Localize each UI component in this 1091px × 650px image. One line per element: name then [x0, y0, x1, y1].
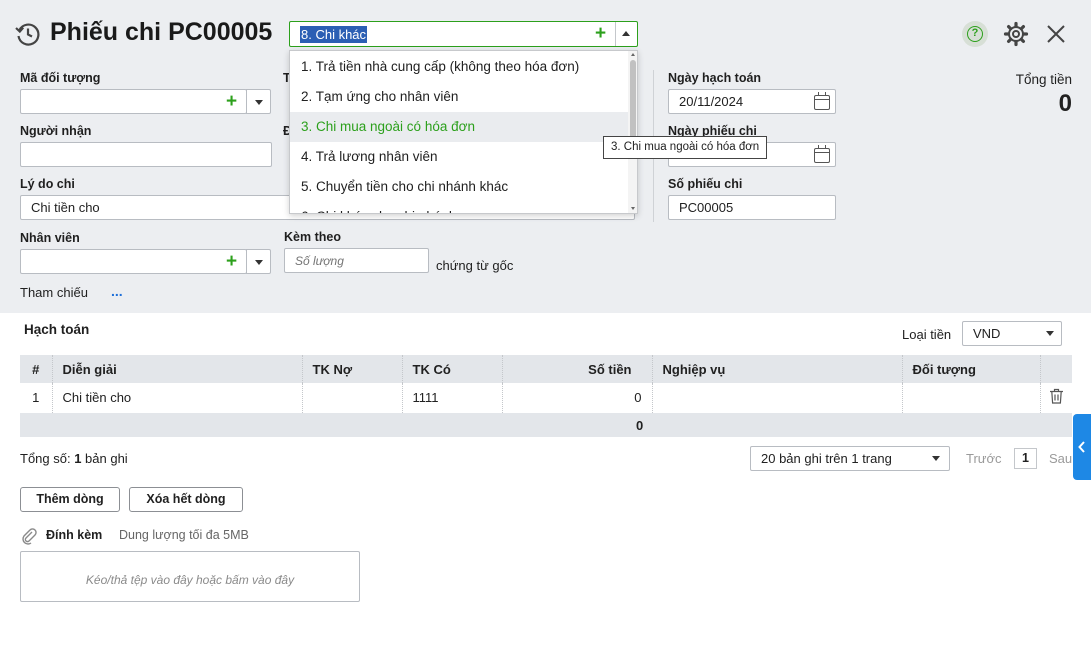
table-header-row: # Diễn giải TK Nợ TK Có Số tiền Nghiệp v…	[20, 355, 1072, 383]
chevron-down-icon	[255, 100, 263, 105]
add-doi-tuong-icon[interactable]: +	[226, 92, 237, 111]
col-header-tk-co: TK Có	[402, 355, 503, 383]
currency-label: Loại tiền	[902, 327, 952, 342]
attachment-hint: Dung lượng tối đa 5MB	[119, 528, 249, 542]
cell-so-tien[interactable]: 0	[502, 383, 653, 414]
chevron-down-icon[interactable]	[1046, 331, 1054, 336]
prev-page-button[interactable]: Trước	[966, 451, 1002, 466]
cell-tk-co[interactable]: 1111	[402, 383, 503, 414]
trash-icon[interactable]	[1049, 388, 1064, 404]
add-nhan-vien-icon[interactable]: +	[226, 252, 237, 271]
chevron-up-icon[interactable]	[622, 31, 630, 36]
so-phieu-chi-label: Số phiếu chi	[668, 177, 743, 191]
hach-toan-title: Hạch toán	[24, 322, 90, 337]
paperclip-icon	[22, 528, 37, 545]
col-header-index: #	[20, 355, 53, 383]
record-count-suffix: bản ghi	[81, 451, 128, 466]
dropzone-text: Kéo/thả tệp vào đây hoặc bấm vào đây	[85, 573, 295, 587]
help-icon: ?	[967, 26, 983, 42]
tham-chieu-more-link[interactable]: ...	[111, 283, 123, 299]
history-icon[interactable]	[15, 21, 41, 47]
category-input-value[interactable]: 8. Chi khác	[300, 26, 368, 43]
gear-icon[interactable]	[1003, 21, 1029, 47]
chevron-left-icon	[1078, 441, 1085, 453]
nhan-vien-label: Nhân viên	[20, 231, 80, 245]
scroll-up-icon[interactable]	[631, 53, 635, 56]
add-row-button[interactable]: Thêm dòng	[20, 487, 120, 512]
dropdown-option[interactable]: 4. Trả lương nhân viên	[290, 142, 628, 172]
cell-actions	[1040, 383, 1072, 414]
dropdown-option[interactable]: 2. Tạm ứng cho nhân viên	[290, 82, 628, 112]
record-count-prefix: Tổng số:	[20, 451, 75, 466]
cell-dien-giai[interactable]: Chi tiền cho	[52, 383, 303, 414]
tong-tien-value: 0	[1058, 90, 1072, 117]
calendar-icon[interactable]	[814, 92, 830, 110]
side-panel-toggle[interactable]	[1073, 414, 1091, 480]
cell-nghiep-vu[interactable]	[652, 383, 903, 414]
nhan-vien-dropdown[interactable]	[246, 249, 271, 274]
page-size-select[interactable]: 20 bản ghi trên 1 trang	[750, 446, 950, 471]
col-header-nghiep-vu: Nghiệp vụ	[652, 355, 903, 383]
ma-doi-tuong-label: Mã đối tượng	[20, 71, 101, 85]
tong-tien-label: Tổng tiền	[1015, 72, 1072, 87]
dropdown-option[interactable]: 5. Chuyển tiền cho chi nhánh khác	[290, 172, 628, 202]
table-total-value: 0	[636, 418, 644, 433]
ma-doi-tuong-input[interactable]	[20, 89, 247, 114]
col-header-doi-tuong: Đối tượng	[902, 355, 1041, 383]
kem-theo-label: Kèm theo	[284, 230, 341, 244]
attachment-dropzone[interactable]: Kéo/thả tệp vào đây hoặc bấm vào đây	[20, 551, 360, 602]
col-header-tk-no: TK Nợ	[302, 355, 403, 383]
table-row[interactable]: 1 Chi tiền cho 1111 0	[20, 383, 1072, 414]
page-number[interactable]: 1	[1014, 448, 1037, 469]
scrollbar-thumb[interactable]	[630, 60, 636, 142]
accounting-table: # Diễn giải TK Nợ TK Có Số tiền Nghiệp v…	[20, 355, 1072, 414]
category-dropdown-list: 1. Trả tiền nhà cung cấp (không theo hóa…	[289, 50, 638, 214]
scroll-down-icon[interactable]	[631, 207, 635, 210]
nhan-vien-input[interactable]	[20, 249, 247, 274]
ngay-hach-toan-label: Ngày hạch toán	[668, 71, 762, 85]
dropdown-option[interactable]: 6. Chi khác cho chi nhánh	[290, 202, 628, 213]
ngay-hach-toan-input[interactable]: 20/11/2024	[668, 89, 836, 114]
chevron-down-icon	[255, 260, 263, 265]
chung-tu-goc-text: chứng từ gốc	[436, 258, 514, 273]
dropdown-option-highlighted[interactable]: 3. Chi mua ngoài có hóa đơn	[290, 112, 628, 142]
cell-tk-no[interactable]	[302, 383, 403, 414]
ma-doi-tuong-dropdown[interactable]	[246, 89, 271, 114]
option-tooltip: 3. Chi mua ngoài có hóa đơn	[603, 136, 768, 159]
table-total-bar: 0	[20, 413, 1072, 437]
record-count: Tổng số: 1 bản ghi	[20, 451, 128, 466]
cell-index: 1	[20, 383, 53, 414]
calendar-icon[interactable]	[814, 145, 830, 163]
help-button[interactable]: ?	[962, 21, 988, 47]
add-category-icon[interactable]: +	[595, 24, 606, 43]
kem-theo-input[interactable]	[284, 248, 429, 273]
dropdown-scrollbar[interactable]	[628, 51, 637, 213]
combobox-divider	[615, 22, 616, 46]
cell-doi-tuong[interactable]	[902, 383, 1041, 414]
nguoi-nhan-label: Người nhận	[20, 124, 92, 138]
col-header-actions	[1040, 355, 1072, 383]
attachment-label: Đính kèm	[46, 528, 103, 542]
nguoi-nhan-input[interactable]	[20, 142, 272, 167]
so-phieu-chi-input[interactable]: PC00005	[668, 195, 836, 220]
clear-rows-button[interactable]: Xóa hết dòng	[129, 487, 243, 512]
ly-do-chi-label: Lý do chi	[20, 177, 75, 191]
page-title: Phiếu chi PC00005	[50, 18, 273, 46]
dropdown-option[interactable]: 1. Trả tiền nhà cung cấp (không theo hóa…	[290, 52, 628, 82]
category-combobox[interactable]: 8. Chi khác +	[289, 21, 638, 47]
col-header-dien-giai: Diễn giải	[52, 355, 303, 383]
col-header-so-tien: Số tiền	[502, 355, 653, 383]
next-page-button[interactable]: Sau	[1049, 451, 1072, 466]
tham-chieu-label: Tham chiếu	[20, 285, 88, 300]
chevron-down-icon[interactable]	[932, 456, 940, 461]
close-icon[interactable]	[1046, 24, 1066, 44]
